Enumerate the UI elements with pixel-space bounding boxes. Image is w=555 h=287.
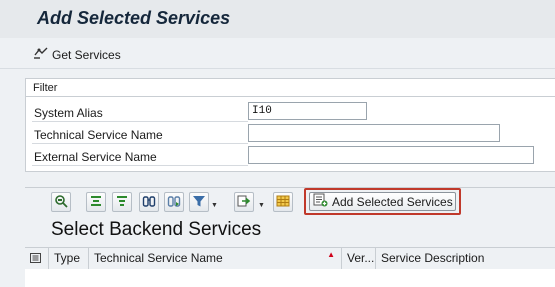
filter-row-external-service-name: External Service Name <box>26 145 555 167</box>
page-title: Add Selected Services <box>37 8 231 28</box>
add-selected-services-icon <box>313 193 328 210</box>
details-icon <box>54 194 68 211</box>
select-all-icon <box>30 253 42 267</box>
add-selected-services-label: Add Selected Services <box>332 194 453 209</box>
layout-button[interactable] <box>273 192 293 212</box>
column-header-technical-service-name-label: Technical Service Name <box>94 251 223 265</box>
technical-service-name-label: Technical Service Name <box>34 128 163 142</box>
technical-service-name-input[interactable] <box>248 124 500 142</box>
system-alias-label: System Alias <box>34 106 103 120</box>
filter-legend: Filter <box>33 82 58 94</box>
set-filter-icon <box>192 194 206 211</box>
export-icon <box>237 194 251 211</box>
title-bar: Add Selected Services <box>0 0 555 38</box>
find-next-icon <box>167 194 181 211</box>
row-divider <box>32 121 248 122</box>
section-title: Select Backend Services <box>51 219 262 240</box>
external-service-name-input[interactable] <box>248 146 534 164</box>
select-all-column[interactable] <box>25 248 49 269</box>
table-header: Type Technical Service Name ▲ Ver... Ser… <box>25 247 555 270</box>
details-button[interactable] <box>51 192 71 212</box>
sort-ascending-button[interactable] <box>86 192 106 212</box>
get-services-icon <box>33 46 49 63</box>
application-toolbar: Get Services <box>0 38 555 69</box>
set-filter-button[interactable] <box>189 192 209 212</box>
filter-row-system-alias: System Alias I10 <box>26 101 555 123</box>
set-filter-dropdown-icon[interactable]: ▼ <box>211 202 218 209</box>
table-body <box>25 269 555 287</box>
filter-divider <box>26 96 555 97</box>
sort-descending-icon <box>115 194 129 211</box>
grid-toolbar: ▼ ▼ Add Selected Services <box>25 187 555 218</box>
filter-row-technical-service-name: Technical Service Name <box>26 123 555 145</box>
find-button[interactable] <box>139 192 159 212</box>
export-dropdown-icon[interactable]: ▼ <box>258 202 265 209</box>
add-selected-services-button[interactable]: Add Selected Services <box>309 192 456 211</box>
external-service-name-label: External Service Name <box>34 150 157 164</box>
column-header-type[interactable]: Type <box>49 248 89 269</box>
find-icon <box>142 194 156 211</box>
export-button[interactable] <box>234 192 254 212</box>
get-services-label: Get Services <box>52 47 121 62</box>
add-selected-services-highlight: Add Selected Services <box>304 188 461 215</box>
system-alias-input[interactable]: I10 <box>248 102 367 120</box>
sort-ascending-icon <box>89 194 103 211</box>
column-header-service-description[interactable]: Service Description <box>376 248 555 269</box>
row-divider <box>32 143 248 144</box>
column-header-version[interactable]: Ver... <box>342 248 376 269</box>
find-next-button[interactable] <box>164 192 184 212</box>
sort-indicator-icon: ▲ <box>327 250 335 259</box>
column-header-technical-service-name[interactable]: Technical Service Name ▲ <box>89 248 342 269</box>
get-services-button[interactable]: Get Services <box>33 46 121 63</box>
filter-group: Filter System Alias I10 Technical Servic… <box>25 78 555 172</box>
row-divider <box>32 165 248 166</box>
layout-icon <box>276 194 290 211</box>
sort-descending-button[interactable] <box>112 192 132 212</box>
